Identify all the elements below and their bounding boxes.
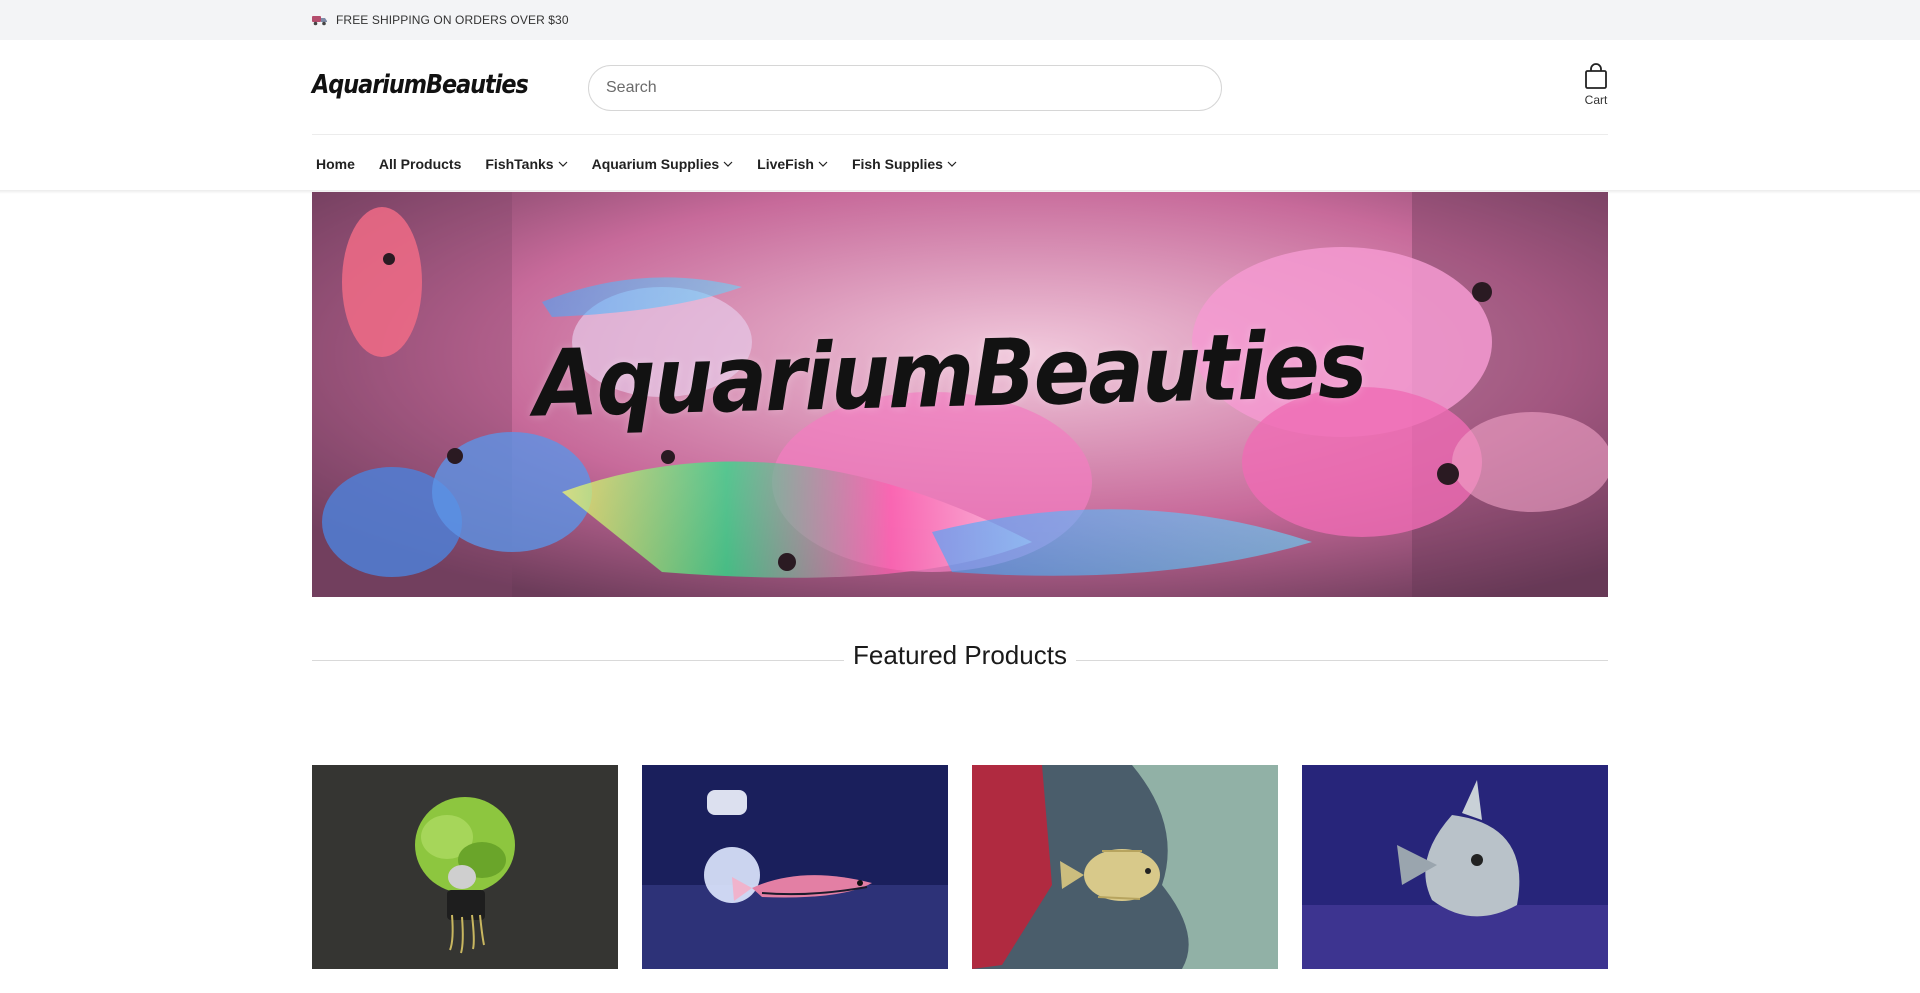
product-card[interactable] [642,765,948,969]
chevron-down-icon [558,161,568,167]
nav-item-label: All Products [378,156,462,172]
chevron-down-icon [818,161,828,167]
main-nav: Home All Products FishTanks Aquarium Sup… [312,135,977,193]
cart-button[interactable]: Cart [1580,62,1612,107]
hero-title-wrap: AquariumBeauties [312,192,1608,597]
nav-item-label: Aquarium Supplies [591,156,720,172]
product-card[interactable] [312,765,618,969]
pink-wrasse-fish-image [642,765,948,969]
chevron-down-icon [947,161,957,167]
nav-item-fishtanks[interactable]: FishTanks [481,156,571,172]
nav-item-label: FishTanks [485,156,554,172]
nav-item-aquarium-supplies[interactable]: Aquarium Supplies [588,156,738,172]
truck-icon [312,16,327,26]
site-header: AquariumBeauties Cart [0,40,1920,136]
product-card[interactable] [1302,765,1608,969]
product-card[interactable] [972,765,1278,969]
nav-item-livefish[interactable]: LiveFish [753,156,832,172]
hero-banner[interactable]: AquariumBeauties [312,192,1608,597]
aquatic-plant-image [312,765,618,969]
chevron-down-icon [723,161,733,167]
shopping-bag-icon [1585,63,1607,89]
announcement-bar: FREE SHIPPING ON ORDERS OVER $30 [0,0,1920,40]
announcement-text: FREE SHIPPING ON ORDERS OVER $30 [336,13,569,27]
nav-item-label: Home [316,156,355,172]
nav-item-fish-supplies[interactable]: Fish Supplies [848,156,961,172]
search-box [588,65,1222,111]
site-logo[interactable]: AquariumBeauties [312,70,529,100]
silver-moonfish-image [1302,765,1608,969]
hero-title: AquariumBeauties [533,311,1367,438]
search-input[interactable] [589,66,1221,110]
product-grid [312,765,1608,969]
nav-item-label: LiveFish [757,156,814,172]
nav-item-home[interactable]: Home [312,156,359,172]
cart-label: Cart [1584,93,1608,107]
featured-section-header: Featured Products [312,640,1608,676]
nav-item-label: Fish Supplies [851,156,943,172]
featured-heading-text: Featured Products [844,640,1076,670]
nav-item-all-products[interactable]: All Products [375,156,465,172]
featured-heading: Featured Products [312,640,1608,671]
rabbitfish-image [972,765,1278,969]
